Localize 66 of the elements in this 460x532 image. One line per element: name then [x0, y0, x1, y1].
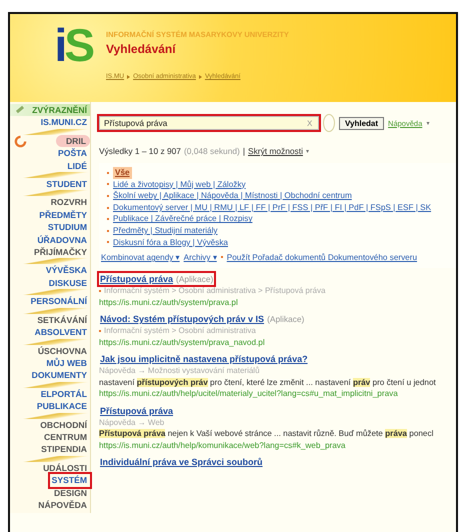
sidebar-item[interactable]: ÚSCHOVNA: [36, 344, 90, 357]
option-link[interactable]: Archivy ▾: [184, 252, 217, 262]
sidebar-item[interactable]: PERSONÁLNÍ: [28, 295, 90, 308]
sidebar-item[interactable]: ZVÝRAZNĚNÍ: [10, 104, 90, 116]
sidebar-item[interactable]: IS.MUNI.CZ: [38, 116, 90, 129]
sidebar-item[interactable]: DOKUMENTY: [30, 369, 90, 382]
result-snippet: Přístupová práva nejen k Vaší webové stránce ... nastavit různě. Buď můžete práva ponecl: [99, 428, 434, 440]
result-url[interactable]: https://is.muni.cz/auth/help/ucitel/materialy_ucitel?lang=cs#u_mat_implicitni_prava: [99, 388, 456, 400]
result-type: (Aplikace): [267, 314, 304, 324]
option-link[interactable]: Použít Pořadač dokumentů Dokumentového serveru: [226, 252, 418, 262]
result-path: Informační systém > Osobní administrativa: [104, 325, 256, 337]
filter-links[interactable]: Diskusní fóra a Blogy | Vývěska: [113, 236, 228, 248]
sidebar-item[interactable]: PŘIJÍMAČKY: [32, 246, 90, 258]
filter-links[interactable]: Dokumentový server | MU | RMU | LF | FF | PrF | FSS | PřF | FI | PdF | FSpS | ESF | SK: [113, 202, 432, 214]
ring-decoration-icon: [323, 114, 335, 132]
sidebar-item[interactable]: OBCHODNÍ CENTRUM: [10, 418, 90, 444]
sidebar-item[interactable]: DRIL: [56, 134, 90, 148]
result-snippet: nastavení přístupových práv pro čtení, které lze změnit ... nastavení práv pro čtení u jednot: [99, 376, 437, 388]
result-title-link[interactable]: Přístupová práva: [100, 406, 174, 416]
search-time: (0,048 sekund): [184, 146, 240, 156]
sidebar-item[interactable]: ELPORTÁL: [38, 388, 90, 400]
sidebar-item[interactable]: ÚŘADOVNA: [35, 234, 90, 246]
option-link[interactable]: Kombinovat agendy ▾: [101, 252, 180, 262]
sidebar-item[interactable]: MŮJ WEB: [44, 356, 90, 370]
logo: iS: [54, 18, 92, 73]
search-button[interactable]: Vyhledat: [339, 116, 384, 130]
result-type: (Aplikace): [176, 274, 214, 284]
results-count: Výsledky 1 – 10 z 907: [99, 146, 181, 156]
sidebar-item[interactable]: PŘEDMĚTY: [37, 208, 90, 222]
result-title-link[interactable]: Individuální práva ve Správci souborů: [100, 457, 263, 468]
filter-links[interactable]: Publikace | Závěrečné práce | Rozpisy: [113, 213, 252, 225]
result-url[interactable]: https://is.muni.cz/auth/system/prava_navod.pl: [99, 336, 456, 348]
sidebar-item[interactable]: DESIGN: [52, 486, 90, 499]
bullet-icon: [220, 256, 223, 258]
sidebar-item[interactable]: ABSOLVENT: [32, 326, 90, 338]
filter-links[interactable]: Školní weby | Aplikace | Nápověda | Místnosti | Obchodní centrum: [113, 190, 352, 202]
result-url[interactable]: https://is.muni.cz/auth/system/prava.pl: [99, 296, 456, 308]
sidebar-item[interactable]: SETKÁVÁNÍ: [35, 314, 90, 326]
separator: |: [242, 146, 246, 156]
sidebar-item[interactable]: STUDIUM: [46, 221, 90, 234]
sidebar-item[interactable]: POŠTA: [56, 147, 90, 160]
filter-links[interactable]: Lidé a životopisy | Můj web | Záložky: [113, 178, 246, 190]
sidebar-item[interactable]: PUBLIKACE: [34, 400, 90, 413]
sidebar-item[interactable]: VÝVĚSKA: [44, 264, 90, 277]
sidebar-item[interactable]: NÁPOVĚDA: [36, 498, 90, 512]
sidebar-item[interactable]: STIPENDIA: [39, 443, 90, 456]
result-url[interactable]: https://is.muni.cz/auth/help/komunikace/web?lang=cs#k_web_prava: [99, 440, 456, 452]
breadcrumb-separator-icon: [198, 74, 202, 78]
result-title-link[interactable]: Přístupová práva: [100, 274, 174, 284]
sidebar-item[interactable]: DISKUSE: [46, 276, 90, 290]
result-path: Informační systém > Osobní administrativa > Přístupová práva: [104, 285, 326, 297]
breadcrumb-separator-icon: [127, 74, 130, 78]
result-title-link[interactable]: Jak jsou implicitně nastavena přístupová práva?: [100, 354, 308, 364]
filter-links[interactable]: Předměty | Studijní materiály: [113, 224, 218, 237]
sidebar-item[interactable]: SYSTÉM: [50, 474, 90, 487]
sidebar-item[interactable]: ROZVRH: [48, 196, 90, 209]
sidebar-item[interactable]: STUDENT: [44, 178, 90, 190]
filter-links[interactable]: Vše: [113, 167, 132, 179]
sidebar-item[interactable]: UDÁLOSTI: [41, 462, 90, 474]
refresh-icon: [14, 134, 27, 148]
sidebar-item[interactable]: LIDÉ: [65, 160, 90, 172]
result-title-link[interactable]: Návod: Systém přístupových práv v IS: [100, 314, 264, 324]
page-title: Vyhledávání: [106, 42, 177, 56]
result-path: Nápověda → Web: [99, 416, 164, 428]
result-path: Nápověda → Možnosti vystavování materiálů: [99, 365, 260, 377]
hide-options-link[interactable]: Skrýt možnosti: [248, 146, 303, 156]
